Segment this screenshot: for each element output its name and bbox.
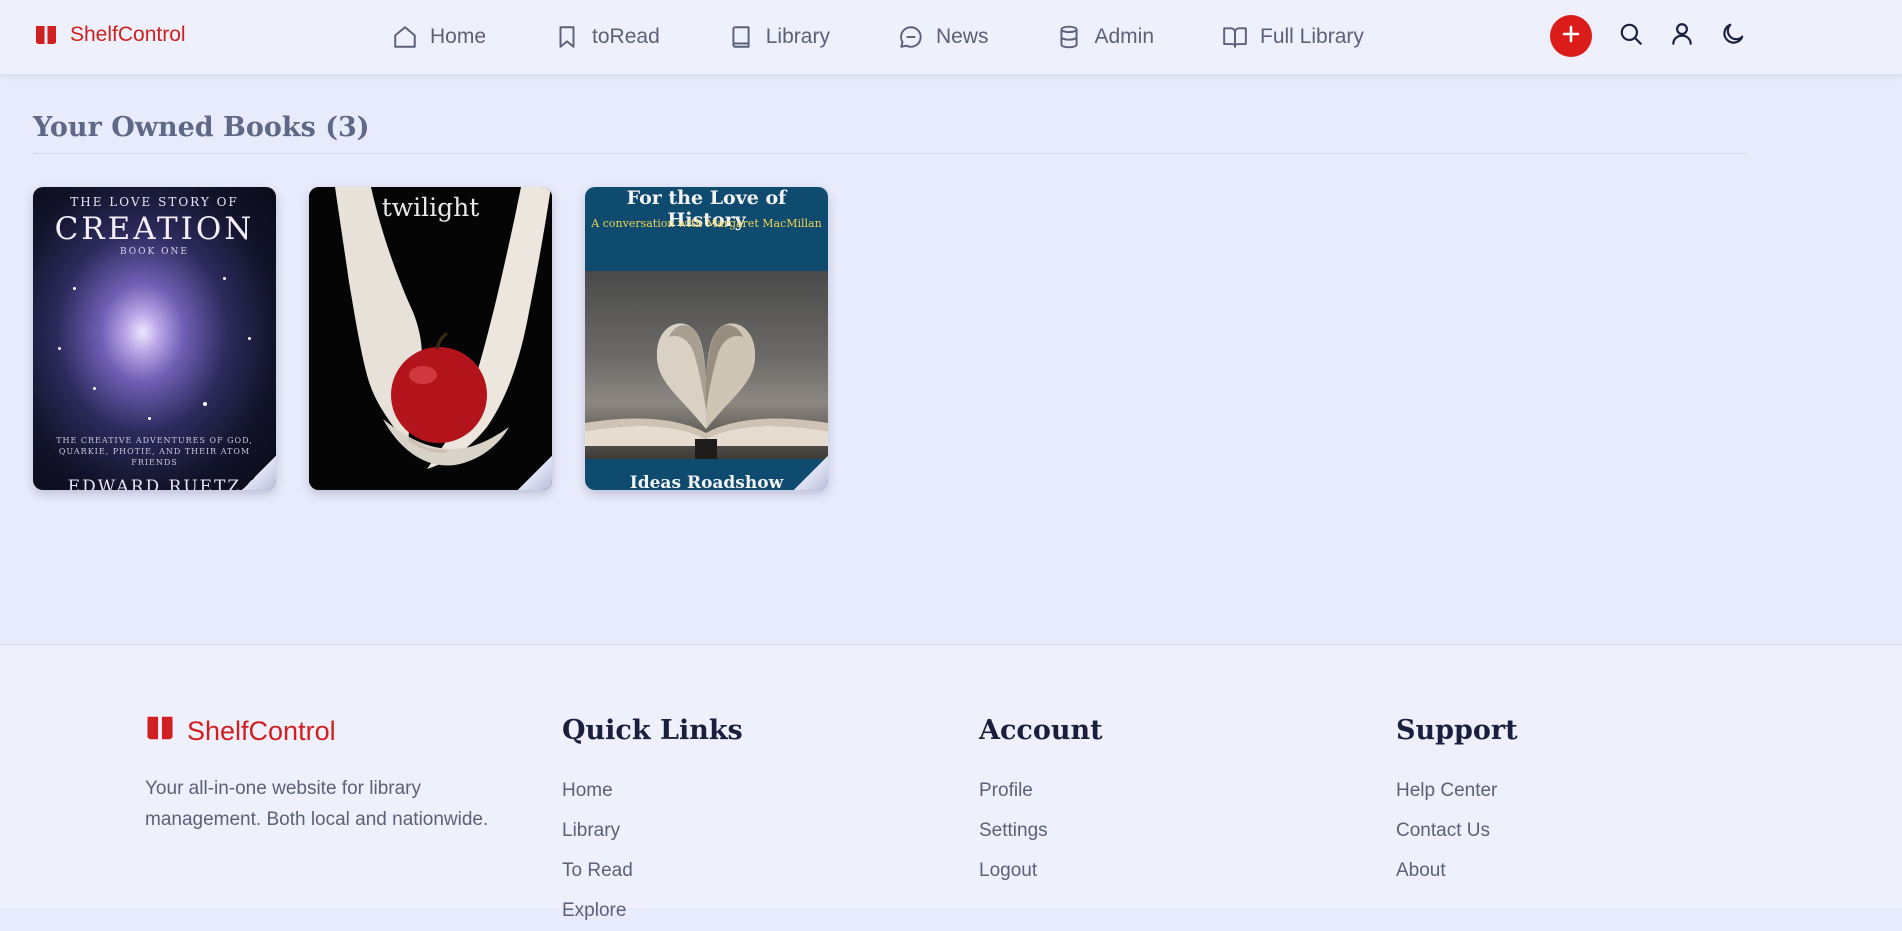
footer-support-column: Support Help Center Contact Us About (1396, 713, 1518, 891)
book-logo-icon (145, 713, 175, 750)
footer-link-contact-us[interactable]: Contact Us (1396, 811, 1518, 851)
footer-link-to-read[interactable]: To Read (562, 851, 743, 891)
footer-link-explore[interactable]: Explore (562, 891, 743, 931)
search-icon (1618, 21, 1644, 52)
database-icon (1056, 24, 1082, 50)
footer-link-home[interactable]: Home (562, 771, 743, 811)
footer-about-column: ShelfControl Your all-in-one website for… (145, 713, 515, 835)
page-curl (794, 456, 828, 490)
open-book-heart-photo (585, 271, 828, 459)
book-card-twilight[interactable]: twilight (309, 187, 552, 490)
nav-item-label: Library (765, 25, 830, 48)
user-icon (1669, 21, 1695, 52)
cover-publisher: Ideas Roadshow (629, 473, 784, 490)
footer-heading-quick-links: Quick Links (562, 715, 743, 746)
search-button[interactable] (1616, 21, 1646, 51)
home-icon (392, 24, 418, 50)
cover-title: CREATION (54, 211, 255, 247)
plus-icon (1561, 24, 1581, 49)
nav-item-full-library[interactable]: Full Library (1222, 24, 1364, 50)
bookmark-icon (554, 24, 580, 50)
footer-description: Your all-in-one website for library mana… (145, 778, 489, 830)
footer-link-help-center[interactable]: Help Center (1396, 771, 1518, 811)
brand-name: ShelfControl (70, 23, 186, 46)
nav-item-label: News (935, 25, 989, 48)
footer-heading-support: Support (1396, 715, 1518, 746)
nav-item-admin[interactable]: Admin (1056, 24, 1154, 50)
section-title: Your Owned Books (3) (33, 112, 370, 143)
brand-link[interactable]: ShelfControl (34, 22, 186, 48)
footer-link-logout[interactable]: Logout (979, 851, 1103, 891)
footer-heading-account: Account (979, 715, 1103, 746)
chat-bubble-icon (898, 24, 924, 50)
profile-button[interactable] (1667, 21, 1697, 51)
nav-item-library[interactable]: Library (728, 24, 830, 50)
section-divider (33, 153, 1746, 154)
hands-apple-illustration (309, 187, 552, 490)
owned-books-grid: THE LOVE STORY OF CREATION BOOK ONE THE … (33, 187, 1746, 490)
footer-link-about[interactable]: About (1396, 851, 1518, 891)
cover-subtitle: A conversation with Margaret MacMillan (591, 217, 822, 230)
book-card-history[interactable]: For the Love of History A conversation w… (585, 187, 828, 490)
main-content: Your Owned Books (3) THE LOVE STORY OF C… (33, 74, 1746, 490)
footer-account-column: Account Profile Settings Logout (979, 713, 1103, 891)
nav-item-label: Admin (1094, 25, 1154, 48)
footer-brand: ShelfControl (145, 713, 515, 749)
footer-link-library[interactable]: Library (562, 811, 743, 851)
book-card-creation[interactable]: THE LOVE STORY OF CREATION BOOK ONE THE … (33, 187, 276, 490)
nav-item-label: Home (430, 25, 487, 48)
book-icon (728, 24, 754, 50)
nav-item-toread[interactable]: toRead (554, 24, 660, 50)
cover-series: BOOK ONE (120, 247, 189, 257)
cover-tagline: THE CREATIVE ADVENTURES OF GOD, QUARKIE,… (56, 436, 253, 467)
open-book-icon (1222, 24, 1248, 50)
nav-item-home[interactable]: Home (392, 24, 486, 50)
cover-author: EDWARD RUETZ (67, 477, 242, 490)
footer-link-profile[interactable]: Profile (979, 771, 1103, 811)
main-nav: Home toRead Library News Admin Full Libr… (392, 20, 1364, 54)
footer-link-settings[interactable]: Settings (979, 811, 1103, 851)
cover-top-text: THE LOVE STORY OF (70, 195, 239, 209)
nav-actions (1550, 14, 1748, 58)
nav-item-label: toRead (592, 25, 660, 48)
nav-item-label: Full Library (1260, 25, 1364, 48)
page-curl (518, 456, 552, 490)
theme-toggle-button[interactable] (1718, 21, 1748, 51)
footer-brand-name: ShelfControl (187, 715, 336, 746)
book-logo-icon (34, 23, 58, 47)
nav-item-news[interactable]: News (898, 24, 989, 50)
footer-quick-links-column: Quick Links Home Library To Read Explore (562, 713, 743, 931)
add-book-button[interactable] (1550, 15, 1592, 57)
page-curl (242, 456, 276, 490)
footer: ShelfControl Your all-in-one website for… (0, 644, 1902, 921)
moon-icon (1720, 21, 1746, 52)
top-navbar: ShelfControl Home toRead Library News Ad… (0, 0, 1902, 74)
